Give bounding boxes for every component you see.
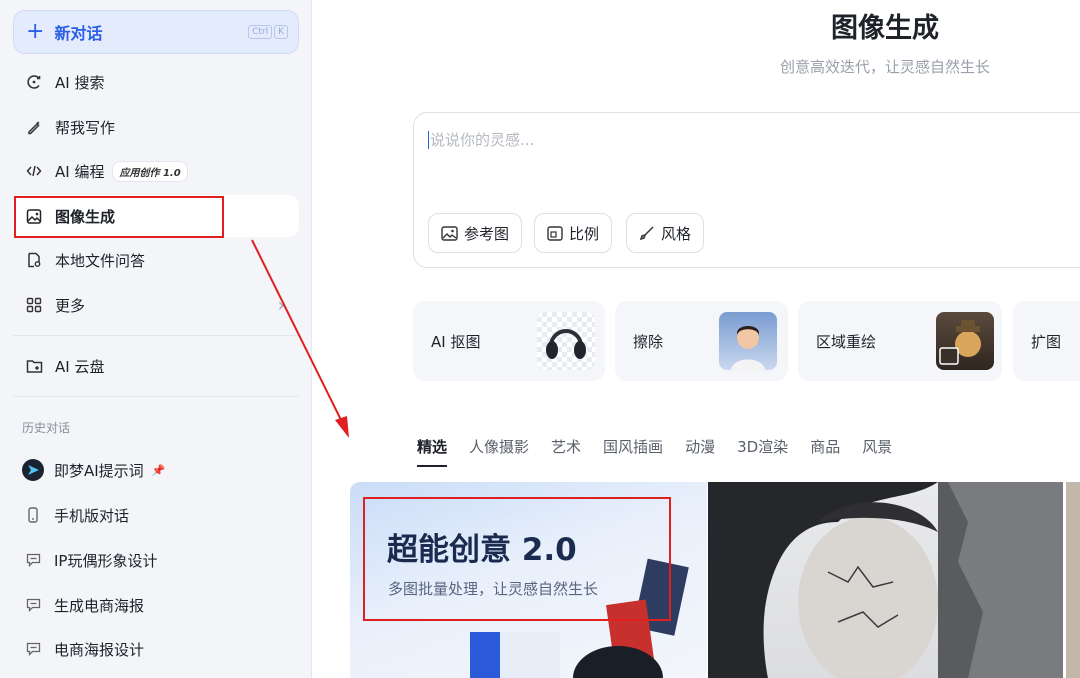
annotation-arrow <box>251 239 349 438</box>
